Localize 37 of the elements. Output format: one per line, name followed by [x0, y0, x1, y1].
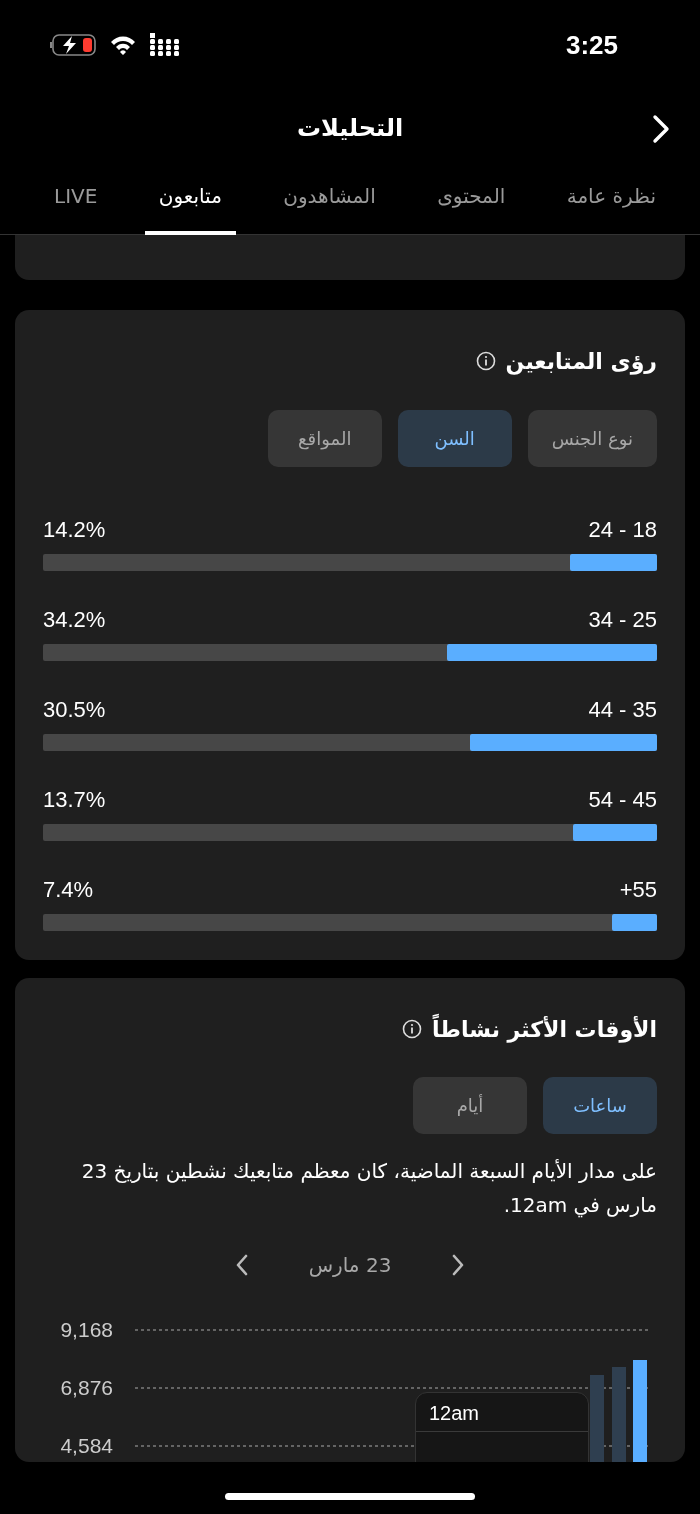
tab[interactable]: نظرة عامة	[552, 165, 670, 235]
tab[interactable]: المشاهدون	[269, 165, 390, 235]
filter-chip[interactable]: السن	[397, 410, 512, 467]
date-label: 23 مارس	[308, 1253, 392, 1277]
age-range: 34 - 25	[588, 607, 657, 633]
percentage: 7.4%	[43, 877, 94, 903]
axis-label: 9,168	[60, 1318, 113, 1341]
age-range: 54 - 45	[588, 787, 657, 813]
axis-label: 4,584	[60, 1434, 113, 1457]
back-icon[interactable]	[652, 114, 670, 144]
tab[interactable]: المحتوى	[423, 165, 520, 235]
age-range: 24 - 18	[588, 517, 657, 543]
info-icon[interactable]	[475, 351, 496, 371]
clock: 3:25	[565, 29, 618, 61]
percentage: 14.2%	[43, 517, 106, 543]
chevron-left-icon[interactable]	[234, 1254, 249, 1276]
tab[interactable]: LIVE	[40, 165, 112, 235]
wifi-icon	[110, 34, 136, 56]
filter-chip[interactable]: المواقع	[267, 410, 382, 467]
axis-label: 6,876	[60, 1376, 113, 1399]
filter-chip[interactable]: أيام	[413, 1077, 527, 1134]
summary-text: على مدار الأيام السبعة الماضية، كان معظم متابعيك نشطين بتاريخ 23 مارس في 12am.	[80, 1158, 657, 1220]
signal-icon	[150, 33, 180, 57]
filter-chip[interactable]: ساعات	[543, 1077, 657, 1134]
info-icon[interactable]	[402, 1019, 423, 1039]
card-title: الأوقات الأكثر نشاطاً	[432, 1016, 657, 1042]
percentage: 34.2%	[43, 607, 106, 633]
age-range: +55	[619, 877, 657, 903]
filter-chip[interactable]: نوع الجنس	[527, 410, 657, 467]
chevron-right-icon[interactable]	[451, 1254, 466, 1276]
screen-title: التحليلات	[296, 113, 404, 142]
battery-icon	[50, 34, 96, 56]
card-title: رؤى المتابعين	[505, 348, 657, 374]
percentage: 30.5%	[43, 697, 106, 723]
age-range: 44 - 35	[588, 697, 657, 723]
percentage: 13.7%	[43, 787, 106, 813]
tooltip-label: 12am	[429, 1402, 480, 1425]
